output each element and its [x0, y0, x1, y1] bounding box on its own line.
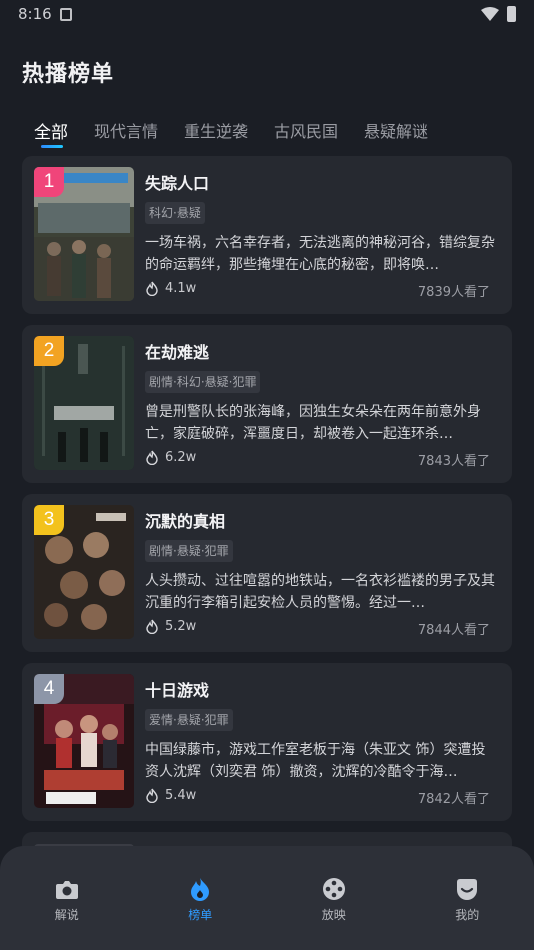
flame-icon: [146, 450, 158, 465]
nav-mine[interactable]: 我的: [401, 846, 534, 950]
heat-value: 4.1w: [165, 281, 197, 296]
status-bar: 8:16: [0, 0, 534, 28]
sim-card-icon: [59, 7, 72, 21]
nav-ranking[interactable]: 榜单: [134, 846, 267, 950]
wifi-icon: [481, 7, 499, 21]
view-count: 7839人看了: [417, 285, 490, 300]
tab-rebirth[interactable]: 重生逆袭: [184, 118, 248, 144]
genre-tag: 剧情·科幻·悬疑·犯罪: [145, 371, 261, 393]
heat-value: 6.2w: [165, 450, 197, 465]
heat-value: 5.4w: [165, 788, 197, 803]
heat-count: 4.1w: [145, 281, 196, 296]
view-count: 7843人看了: [417, 454, 490, 469]
drama-title[interactable]: 十日游戏: [145, 677, 209, 701]
drama-title[interactable]: 失踪人口: [145, 170, 209, 194]
nav-commentary[interactable]: 解说: [0, 846, 133, 950]
genre-tag: 爱情·悬疑·犯罪: [145, 709, 233, 731]
tab-ancient[interactable]: 古风民国: [274, 118, 338, 144]
nav-label: 我的: [455, 908, 480, 922]
drama-description: 人头攒动、过往喧嚣的地铁站，一名衣衫褴褛的男子及其沉重的行李箱引起安检人员的警惕…: [145, 573, 495, 611]
nav-label: 榜单: [188, 908, 213, 922]
nav-label: 放映: [321, 908, 346, 922]
rank-badge: 1: [34, 167, 64, 197]
flame-icon: [146, 788, 158, 803]
list-item[interactable]: 1 失踪人口 科幻·悬疑 一场车祸，六名幸存者，无法逃离的神秘河谷，错综复杂的命…: [22, 156, 512, 314]
page-title: 热播榜单: [22, 62, 115, 87]
heat-count: 5.2w: [145, 619, 196, 634]
list-item[interactable]: 4 十日游戏 爱情·悬疑·犯罪 中国绿藤市，游戏工作室老板于海（朱亚文 饰）突遭…: [22, 663, 512, 821]
smile-icon: [457, 879, 478, 900]
drama-description: 中国绿藤市，游戏工作室老板于海（朱亚文 饰）突遭投资人沈辉（刘奕君 饰）撤资，沈…: [145, 742, 486, 780]
flame-drop-icon: [191, 878, 210, 901]
nav-label: 解说: [54, 908, 79, 922]
view-count: 7842人看了: [417, 792, 490, 807]
drama-title[interactable]: 沉默的真相: [145, 508, 225, 532]
tab-all[interactable]: 全部: [34, 118, 68, 148]
genre-tag: 剧情·悬疑·犯罪: [145, 540, 233, 562]
film-reel-icon: [322, 878, 345, 900]
heat-value: 5.2w: [165, 619, 197, 634]
rank-badge: 3: [34, 505, 64, 535]
nav-screening[interactable]: 放映: [267, 846, 400, 950]
flame-icon: [146, 619, 158, 634]
list-item[interactable]: 3 沉默的真相 剧情·悬疑·犯罪 人头攒动、过往喧嚣的地铁站，一名衣衫褴褛的男子…: [22, 494, 512, 652]
flame-icon: [146, 281, 158, 296]
genre-tag: 科幻·悬疑: [145, 202, 205, 224]
view-count: 7844人看了: [417, 623, 490, 638]
category-tabs: 全部 现代言情 重生逆袭 古风民国 悬疑解谜: [34, 118, 454, 148]
heat-count: 6.2w: [145, 450, 196, 465]
status-time: 8:16: [18, 5, 52, 23]
drama-description: 曾是刑警队长的张海峰，因独生女朵朵在两年前意外身亡，家庭破碎，浑噩度日，却被卷入…: [145, 404, 481, 442]
drama-title[interactable]: 在劫难逃: [145, 339, 209, 363]
rank-badge: 2: [34, 336, 64, 366]
rank-badge: 4: [34, 674, 64, 704]
tab-mystery[interactable]: 悬疑解谜: [364, 118, 428, 144]
heat-count: 5.4w: [145, 788, 196, 803]
camera-icon: [55, 881, 78, 899]
ranking-list: 1 失踪人口 科幻·悬疑 一场车祸，六名幸存者，无法逃离的神秘河谷，错综复杂的命…: [22, 156, 512, 832]
bottom-navigation: 解说 榜单 放映 我的: [0, 846, 534, 950]
tab-modern-romance[interactable]: 现代言情: [94, 118, 158, 144]
drama-description: 一场车祸，六名幸存者，无法逃离的神秘河谷，错综复杂的命运羁绊，那些掩埋在心底的秘…: [145, 235, 495, 273]
list-item[interactable]: 2 在劫难逃 剧情·科幻·悬疑·犯罪 曾是刑警队长的张海峰，因独生女朵朵在两年前…: [22, 325, 512, 483]
battery-icon: [507, 6, 516, 22]
